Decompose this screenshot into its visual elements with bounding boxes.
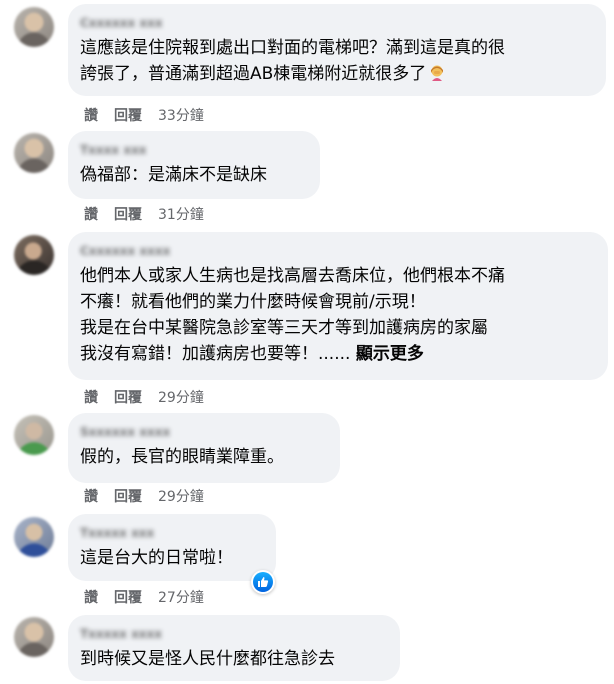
- comment-text: 偽福部：是滿床不是缺床: [80, 162, 308, 188]
- comment-actions: 讚 回覆 29分鐘: [84, 387, 220, 407]
- comment-bubble: Txxxx xxx 偽福部：是滿床不是缺床: [68, 131, 320, 199]
- comment-line: 這應該是住院報到處出口對面的電梯吧？滿到這是真的很: [80, 38, 505, 58]
- comment-line: 假的，長官的眼睛業障重。: [80, 447, 284, 467]
- comment-text: 這應該是住院報到處出口對面的電梯吧？滿到這是真的很 誇張了，普通滿到超過AB棟電…: [80, 35, 594, 87]
- comment-text: 他們本人或家人生病也是找高層去喬床位，他們根本不痛 不癢！就看他們的業力什麼時候…: [80, 263, 596, 367]
- avatar[interactable]: [14, 617, 54, 657]
- comment-author[interactable]: Txxxxx xxx: [80, 525, 154, 541]
- comment-line: 誇張了，普通滿到超過AB棟電梯附近就很多了: [80, 64, 427, 84]
- comment-bubble: Cxxxxxx xxx 這應該是住院報到處出口對面的電梯吧？滿到這是真的很 誇張…: [68, 4, 606, 96]
- comment-text: 假的，長官的眼睛業障重。: [80, 444, 328, 470]
- comment-actions: 讚 回覆 29分鐘: [84, 486, 220, 506]
- avatar[interactable]: [14, 133, 54, 173]
- see-more-link[interactable]: 顯示更多: [356, 344, 424, 364]
- comment-timestamp[interactable]: 29分鐘: [158, 387, 204, 407]
- reply-button[interactable]: 回覆: [114, 105, 142, 125]
- reply-button[interactable]: 回覆: [114, 204, 142, 224]
- reaction-badge[interactable]: [251, 570, 275, 594]
- reply-button[interactable]: 回覆: [114, 587, 142, 607]
- avatar[interactable]: [14, 415, 54, 455]
- avatar[interactable]: [14, 235, 54, 275]
- reply-button[interactable]: 回覆: [114, 387, 142, 407]
- like-button[interactable]: 讚: [84, 204, 98, 224]
- woman-facepalming-icon: [431, 65, 444, 81]
- like-button[interactable]: 讚: [84, 105, 98, 125]
- comment-timestamp[interactable]: 31分鐘: [158, 204, 204, 224]
- comment-timestamp[interactable]: 27分鐘: [158, 587, 204, 607]
- comment-line: 這是台大的日常啦！: [80, 548, 233, 568]
- comment-text: 到時候又是怪人民什麼都往急診去: [80, 646, 388, 672]
- comment-line: 不癢！就看他們的業力什麼時候會現前/示現！: [80, 292, 426, 312]
- comment-timestamp[interactable]: 29分鐘: [158, 486, 204, 506]
- comment-line: 他們本人或家人生病也是找高層去喬床位，他們根本不痛: [80, 266, 505, 286]
- comment-bubble: Cxxxxxx xxxx 他們本人或家人生病也是找高層去喬床位，他們根本不痛 不…: [68, 232, 608, 380]
- comment-bubble: Sxxxxxx xxxx 假的，長官的眼睛業障重。: [68, 413, 340, 483]
- comment-actions: 讚 回覆 33分鐘: [84, 105, 220, 125]
- avatar[interactable]: [14, 7, 54, 47]
- comment-bubble: Txxxxx xxx 這是台大的日常啦！: [68, 514, 276, 581]
- like-button[interactable]: 讚: [84, 387, 98, 407]
- like-button[interactable]: 讚: [84, 486, 98, 506]
- comment-bubble: Txxxxx xxxx 到時候又是怪人民什麼都往急診去: [68, 615, 400, 681]
- avatar[interactable]: [14, 517, 54, 557]
- reply-button[interactable]: 回覆: [114, 486, 142, 506]
- comment-author[interactable]: Txxxx xxx: [80, 142, 147, 158]
- comment-line: 我是在台中某醫院急診室等三天才等到加護病房的家屬: [80, 318, 488, 338]
- comment-actions: 讚 回覆 27分鐘: [84, 587, 220, 607]
- like-button[interactable]: 讚: [84, 587, 98, 607]
- comment-author[interactable]: Txxxxx xxxx: [80, 626, 162, 642]
- comment-actions: 讚 回覆 31分鐘: [84, 204, 220, 224]
- comment-author[interactable]: Cxxxxxx xxx: [80, 15, 163, 31]
- comment-text: 這是台大的日常啦！: [80, 545, 264, 571]
- like-icon: [253, 572, 273, 592]
- comment-line: 偽福部：是滿床不是缺床: [80, 165, 267, 185]
- comment-line: 到時候又是怪人民什麼都往急診去: [80, 649, 335, 669]
- comment-author[interactable]: Sxxxxxx xxxx: [80, 424, 170, 440]
- comment-author[interactable]: Cxxxxxx xxxx: [80, 243, 170, 259]
- comment-timestamp[interactable]: 33分鐘: [158, 105, 204, 125]
- comment-line: 我沒有寫錯！加護病房也要等！......: [80, 344, 351, 364]
